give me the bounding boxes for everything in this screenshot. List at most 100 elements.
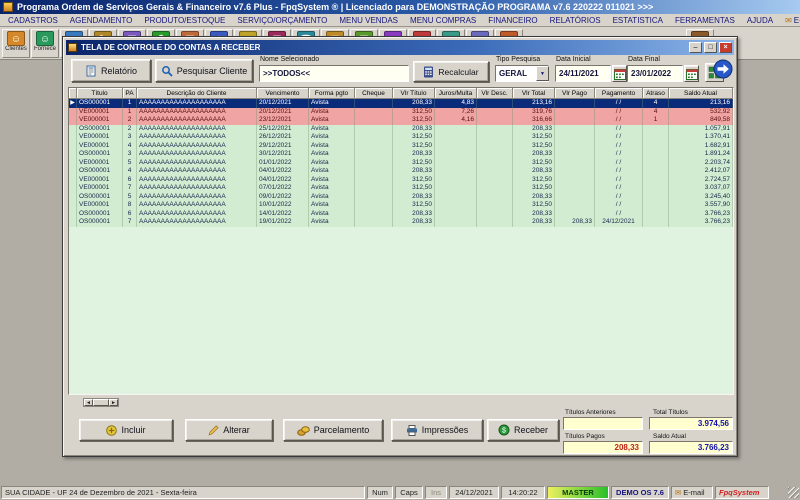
suppliers-button[interactable]: ☺Fornece xyxy=(31,29,59,58)
menu-item-menu-vendas[interactable]: MENU VENDAS xyxy=(333,15,404,26)
table-row[interactable]: VE0000018AAAAAAAAAAAAAAAAAAAA10/01/2022A… xyxy=(69,201,733,210)
grid-cell: 312,50 xyxy=(513,201,555,210)
column-header-t-tulo[interactable]: Título xyxy=(77,88,123,99)
menu-item-financeiro[interactable]: FINANCEIRO xyxy=(482,15,543,26)
grid-cell: 213,16 xyxy=(513,99,555,108)
grid-cell: 09/01/2022 xyxy=(257,193,309,202)
grid-cell: 19/01/2022 xyxy=(257,218,309,227)
grid-cell: 312,50 xyxy=(513,142,555,151)
resize-grip[interactable] xyxy=(788,487,799,498)
column-header-forma-pgto[interactable]: Forma pgto xyxy=(309,88,355,99)
dialog-icon xyxy=(68,43,77,52)
menu-item-menu-compras[interactable]: MENU COMPRAS xyxy=(404,15,482,26)
column-header-atraso[interactable]: Atraso xyxy=(643,88,669,99)
grid-cell: 3.037,07 xyxy=(669,184,733,193)
clients-button[interactable]: ☺Clientes xyxy=(2,29,30,58)
recalcular-button[interactable]: Recalcular xyxy=(413,61,489,82)
column-header-descri-o-do-cliente[interactable]: Descrição do Cliente xyxy=(137,88,257,99)
data-inicial-field[interactable]: 24/11/2021 xyxy=(555,65,611,82)
grid-cell: 208,33 xyxy=(513,125,555,134)
menu-item-relat-rios[interactable]: RELATÓRIOS xyxy=(544,15,607,26)
tipo-pesquisa-dropdown[interactable]: ▼ xyxy=(536,66,549,81)
grid-cell: OS000001 xyxy=(77,167,123,176)
grid-cell: VE000001 xyxy=(77,184,123,193)
column-header-pagamento[interactable]: Pagamento xyxy=(595,88,643,99)
column-header-vlr-total[interactable]: Vlr Total xyxy=(513,88,555,99)
column-header-vencimento[interactable]: Vencimento xyxy=(257,88,309,99)
table-row[interactable]: OS0000014AAAAAAAAAAAAAAAAAAAA04/01/2022A… xyxy=(69,167,733,176)
grid-cell: / / xyxy=(595,210,643,219)
status-email[interactable]: ✉ E-mail xyxy=(671,486,713,499)
dialog-minimize-button[interactable]: – xyxy=(689,42,702,53)
data-final-label: Data Final xyxy=(628,56,660,63)
grid-cell: OS000001 xyxy=(77,125,123,134)
table-row[interactable]: OS0000016AAAAAAAAAAAAAAAAAAAA14/01/2022A… xyxy=(69,210,733,219)
grid-cell: / / xyxy=(595,142,643,151)
column-header-vlr-t-tulo[interactable]: Vlr Título xyxy=(393,88,435,99)
menu-item-servi-o-or-amento[interactable]: SERVIÇO/ORÇAMENTO xyxy=(231,15,333,26)
table-row[interactable]: VE0000012AAAAAAAAAAAAAAAAAAAA23/12/2021A… xyxy=(69,116,733,125)
grid-cell: AAAAAAAAAAAAAAAAAAAA xyxy=(137,108,257,117)
menu-item-ferramentas[interactable]: FERRAMENTAS xyxy=(669,15,741,26)
data-final-field[interactable]: 23/01/2022 xyxy=(627,65,683,82)
table-row[interactable]: VE0000017AAAAAAAAAAAAAAAAAAAA07/01/2022A… xyxy=(69,184,733,193)
grid-cell xyxy=(435,184,477,193)
table-row[interactable]: VE0000013AAAAAAAAAAAAAAAAAAAA26/12/2021A… xyxy=(69,133,733,142)
scrollbar-thumb[interactable] xyxy=(93,399,109,406)
dialog-maximize-button[interactable]: □ xyxy=(704,42,717,53)
table-row[interactable]: OS0000013AAAAAAAAAAAAAAAAAAAA30/12/2021A… xyxy=(69,150,733,159)
menu-item-cadastros[interactable]: CADASTROS xyxy=(2,15,64,26)
menu-item-estatistica[interactable]: ESTATISTICA xyxy=(607,15,669,26)
column-header-cheque[interactable]: Cheque xyxy=(355,88,393,99)
grid-cell xyxy=(555,201,595,210)
table-row[interactable]: ▶OS0000011AAAAAAAAAAAAAAAAAAAA20/12/2021… xyxy=(69,99,733,108)
column-header-pa[interactable]: PA xyxy=(123,88,137,99)
incluir-button[interactable]: Incluir xyxy=(79,419,173,441)
grid-cell xyxy=(477,218,513,227)
table-row[interactable]: VE0000014AAAAAAAAAAAAAAAAAAAA29/12/2021A… xyxy=(69,142,733,151)
column-header-vlr-desc-[interactable]: Vlr Desc. xyxy=(477,88,513,99)
alterar-button[interactable]: Alterar xyxy=(185,419,273,441)
window-titlebar[interactable]: Programa Ordem de Serviços Gerais & Fina… xyxy=(0,0,800,14)
nome-selecionado-field[interactable]: >>TODOS<< xyxy=(259,65,409,82)
scroll-right-icon[interactable]: ► xyxy=(109,399,118,406)
relatorio-button[interactable]: Relatório xyxy=(71,59,151,82)
menu-item-e-mail[interactable]: ✉E-MAIL xyxy=(779,15,800,26)
search-icon xyxy=(161,65,173,77)
column-header-vlr-pago[interactable]: Vlr Pago xyxy=(555,88,595,99)
data-inicial-calendar-button[interactable] xyxy=(612,65,627,82)
table-row[interactable]: VE0000016AAAAAAAAAAAAAAAAAAAA04/01/2022A… xyxy=(69,176,733,185)
data-final-calendar-button[interactable] xyxy=(684,65,699,82)
receber-button[interactable]: $ Receber xyxy=(487,419,559,441)
table-row[interactable]: OS0000012AAAAAAAAAAAAAAAAAAAA25/12/2021A… xyxy=(69,125,733,134)
grid-cell: 319,76 xyxy=(513,108,555,117)
table-row[interactable]: OS0000017AAAAAAAAAAAAAAAAAAAA19/01/2022A… xyxy=(69,218,733,227)
go-button[interactable] xyxy=(713,59,733,79)
grid-cell: 4,83 xyxy=(435,99,477,108)
parcelamento-button[interactable]: Parcelamento xyxy=(283,419,383,441)
menu-item-agendamento[interactable]: AGENDAMENTO xyxy=(64,15,139,26)
column-header-saldo-atual[interactable]: Saldo Atual xyxy=(669,88,733,99)
scroll-left-icon[interactable]: ◄ xyxy=(84,399,93,406)
column-header-juros-multa[interactable]: Juros/Multa xyxy=(435,88,477,99)
grid-cell xyxy=(643,167,669,176)
dialog-titlebar[interactable]: TELA DE CONTROLE DO CONTAS A RECEBER – □… xyxy=(66,40,734,55)
window-title: Programa Ordem de Serviços Gerais & Fina… xyxy=(17,2,653,12)
grid-cell: AAAAAAAAAAAAAAAAAAAA xyxy=(137,201,257,210)
table-row[interactable]: OS0000015AAAAAAAAAAAAAAAAAAAA09/01/2022A… xyxy=(69,193,733,202)
menu-item-ajuda[interactable]: AJUDA xyxy=(741,15,779,26)
menu-item-produto-estoque[interactable]: PRODUTO/ESTOQUE xyxy=(138,15,231,26)
grid-cell: Avista xyxy=(309,142,355,151)
impressoes-button[interactable]: Impressões xyxy=(391,419,483,441)
table-row[interactable]: VE0000015AAAAAAAAAAAAAAAAAAAA01/01/2022A… xyxy=(69,159,733,168)
pesquisar-cliente-button[interactable]: Pesquisar Cliente xyxy=(155,59,253,82)
receive-money-icon: $ xyxy=(498,424,510,436)
grid-horizontal-scrollbar[interactable]: ◄ ► xyxy=(83,398,119,407)
grid-cell: 312,50 xyxy=(393,176,435,185)
dialog-close-button[interactable]: × xyxy=(719,42,732,53)
grid-cell xyxy=(477,210,513,219)
grid-cell xyxy=(477,150,513,159)
relatorio-label: Relatório xyxy=(101,66,137,76)
grid-cell xyxy=(355,210,393,219)
table-row[interactable]: VE0000011AAAAAAAAAAAAAAAAAAAA20/12/2021A… xyxy=(69,108,733,117)
